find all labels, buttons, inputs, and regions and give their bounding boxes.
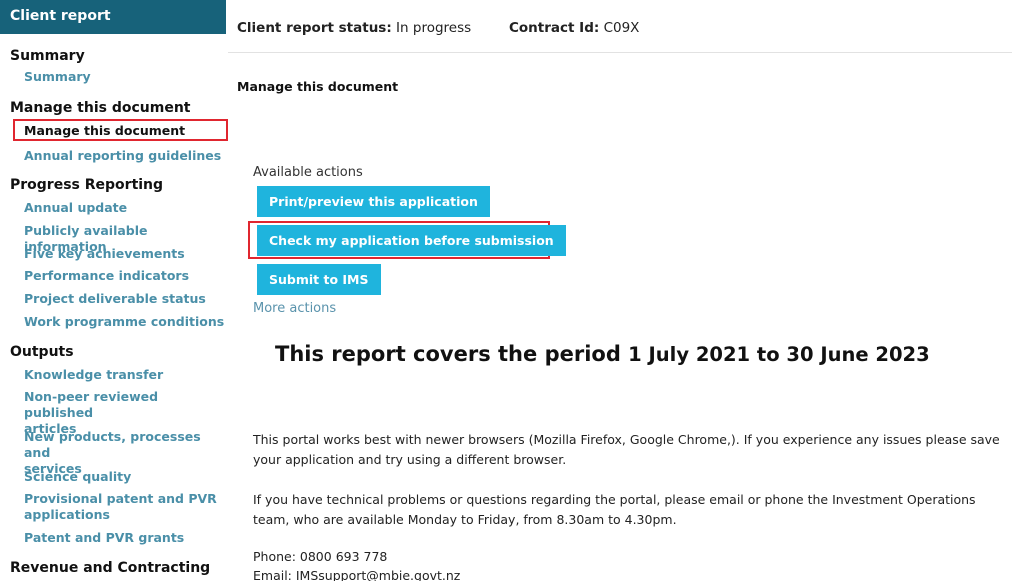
report-period-prefix: This report covers the period [275, 342, 621, 366]
sidebar-nav: Client report Summary Summary Manage thi… [0, 0, 228, 581]
sidebar-item-project-deliverable-status[interactable]: Project deliverable status [0, 291, 206, 307]
support-note-line: If you have technical problems or questi… [253, 492, 976, 507]
sidebar-item-provisional-patent-pvr-applications[interactable]: Provisional patent and PVR applications [0, 491, 217, 523]
sidebar-item-science-quality[interactable]: Science quality [0, 469, 131, 485]
sidebar-item-manage-document[interactable]: Manage this document [0, 123, 185, 139]
sidebar-item-summary[interactable]: Summary [0, 69, 91, 85]
sidebar-title: Client report [0, 0, 226, 34]
sidebar-item-annual-reporting-guidelines[interactable]: Annual reporting guidelines [0, 148, 221, 164]
support-phone: Phone: 0800 693 778 [253, 549, 388, 564]
print-preview-button[interactable]: Print/preview this application [257, 186, 490, 217]
browser-note-line: This portal works best with newer browse… [253, 432, 1000, 447]
sidebar-item-label: Provisional patent and PVR [24, 491, 217, 506]
sidebar-item-five-key-achievements[interactable]: Five key achievements [0, 246, 185, 262]
sidebar-item-knowledge-transfer[interactable]: Knowledge transfer [0, 367, 163, 383]
report-status: Client report status: In progress [237, 20, 471, 36]
sidebar-item-work-programme-conditions[interactable]: Work programme conditions [0, 314, 224, 330]
support-email[interactable]: Email: IMSsupport@mbie.govt.nz [253, 566, 1009, 581]
contract-value: C09X [603, 20, 640, 36]
status-value: In progress [396, 20, 472, 36]
sidebar-item-annual-update[interactable]: Annual update [0, 200, 127, 216]
support-note-line: team, who are available Monday to Friday… [253, 512, 677, 527]
check-application-button[interactable]: Check my application before submission [257, 225, 566, 256]
page-title: Manage this document [237, 79, 399, 94]
sidebar-item-patent-pvr-grants[interactable]: Patent and PVR grants [0, 530, 184, 546]
sidebar-item-label: Non-peer reviewed published [24, 389, 159, 420]
report-status-bar: Client report status: In progress Contra… [237, 0, 1012, 52]
contract-label: Contract Id: [509, 20, 600, 36]
sidebar-item-label: New products, processes and [24, 429, 201, 460]
submit-to-ims-button[interactable]: Submit to IMS [257, 264, 381, 295]
contract-id: Contract Id: C09X [509, 20, 639, 36]
browser-note-line: your application and try using a differe… [253, 452, 567, 467]
status-label: Client report status: [237, 20, 392, 36]
more-actions-link[interactable]: More actions [253, 301, 336, 316]
report-period: This report covers the period 1 July 202… [275, 342, 930, 366]
sidebar-section-revenue-contracting: Revenue and Contracting [10, 560, 211, 576]
sidebar-section-manage-document: Manage this document [10, 100, 191, 116]
sidebar-item-label: applications [24, 507, 110, 522]
sidebar-section-summary: Summary [10, 48, 85, 64]
header-divider [228, 52, 1012, 53]
sidebar-section-progress-reporting: Progress Reporting [10, 177, 164, 193]
sidebar-item-performance-indicators[interactable]: Performance indicators [0, 268, 189, 284]
available-actions-label: Available actions [253, 165, 363, 180]
support-note: If you have technical problems or questi… [253, 490, 1009, 530]
browser-note: This portal works best with newer browse… [253, 430, 1009, 470]
sidebar-section-outputs: Outputs [10, 344, 74, 360]
report-period-dates: 1 July 2021 to 30 June 2023 [628, 343, 930, 366]
